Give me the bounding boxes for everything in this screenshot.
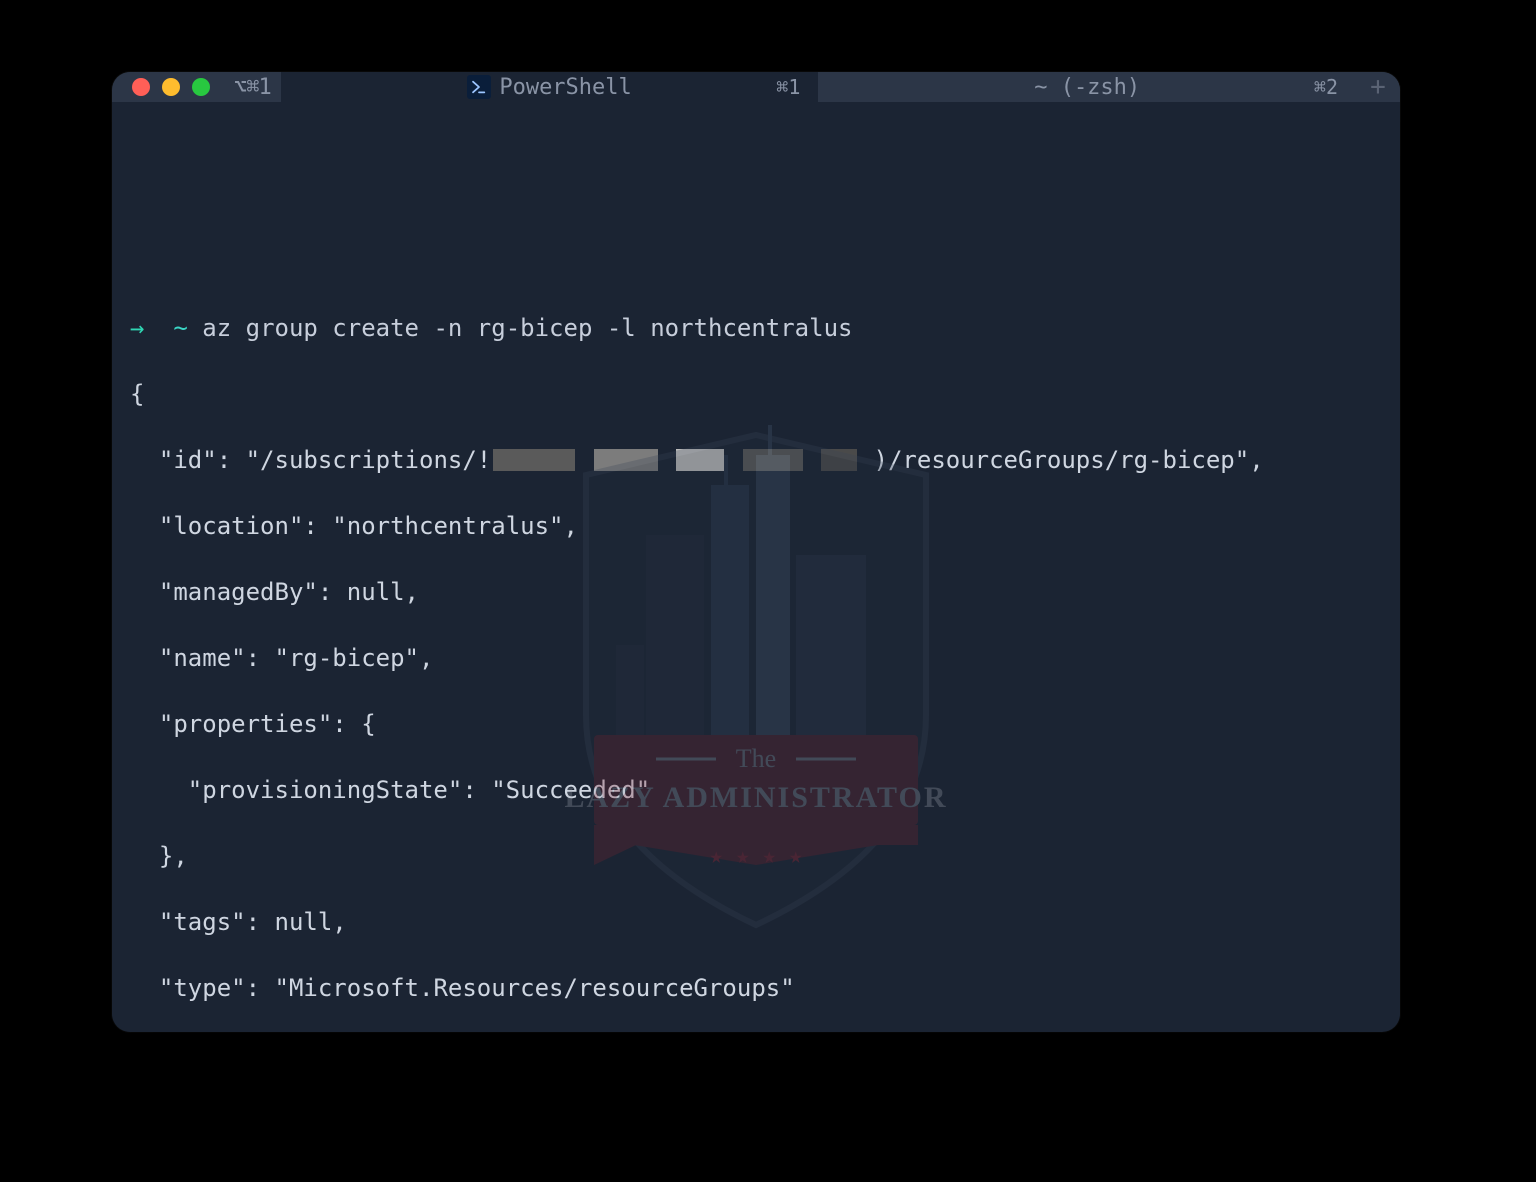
tab-shortcut: ⌘2 bbox=[1314, 75, 1338, 99]
titlebar: ⌥⌘1 PowerShell ⌘1 ~ (-zsh) ⌘2 + bbox=[112, 72, 1400, 102]
output-line: "managedBy": null, bbox=[112, 576, 1400, 609]
hotkey-hint: ⌥⌘1 bbox=[234, 75, 271, 100]
redacted-block bbox=[743, 449, 803, 471]
zoom-button[interactable] bbox=[192, 78, 210, 96]
output-line: "id": "/subscriptions/! )/resourceGroups… bbox=[112, 444, 1400, 477]
tab-bar: PowerShell ⌘1 ~ (-zsh) ⌘2 + bbox=[281, 72, 1400, 102]
tab-powershell[interactable]: PowerShell ⌘1 bbox=[281, 72, 819, 102]
output-line: "name": "rg-bicep", bbox=[112, 642, 1400, 675]
tab-label: PowerShell bbox=[499, 75, 631, 100]
command-line: → ~ az group create -n rg-bicep -l north… bbox=[112, 312, 1400, 345]
prompt-cwd: ~ bbox=[173, 314, 187, 342]
output-line: }, bbox=[112, 840, 1400, 873]
redacted-block bbox=[676, 449, 724, 471]
tab-label: ~ (-zsh) bbox=[1034, 75, 1140, 100]
watermark-text-the: The bbox=[736, 744, 776, 773]
output-line: "properties": { bbox=[112, 708, 1400, 741]
output-line: "location": "northcentralus", bbox=[112, 510, 1400, 543]
tab-shortcut: ⌘1 bbox=[776, 75, 800, 99]
output-line: "provisioningState": "Succeeded" bbox=[112, 774, 1400, 807]
output-line: { bbox=[112, 378, 1400, 411]
terminal-window: ⌥⌘1 PowerShell ⌘1 ~ (-zsh) ⌘2 + bbox=[112, 72, 1400, 1032]
close-button[interactable] bbox=[132, 78, 150, 96]
command-text: az group create -n rg-bicep -l northcent… bbox=[202, 314, 852, 342]
output-line: "type": "Microsoft.Resources/resourceGro… bbox=[112, 972, 1400, 1005]
terminal-viewport[interactable]: The LAZY ADMINISTRATOR ★ ★ ★ ★ → ~ az gr… bbox=[112, 102, 1400, 1032]
output-line: "tags": null, bbox=[112, 906, 1400, 939]
traffic-lights bbox=[132, 78, 210, 96]
prompt-arrow-icon: → bbox=[130, 314, 144, 342]
redacted-block bbox=[821, 449, 857, 471]
tab-zsh[interactable]: ~ (-zsh) ⌘2 bbox=[818, 72, 1356, 102]
redacted-block bbox=[493, 449, 575, 471]
redacted-block bbox=[594, 449, 658, 471]
powershell-icon bbox=[467, 75, 491, 99]
add-tab-button[interactable]: + bbox=[1356, 72, 1400, 102]
minimize-button[interactable] bbox=[162, 78, 180, 96]
